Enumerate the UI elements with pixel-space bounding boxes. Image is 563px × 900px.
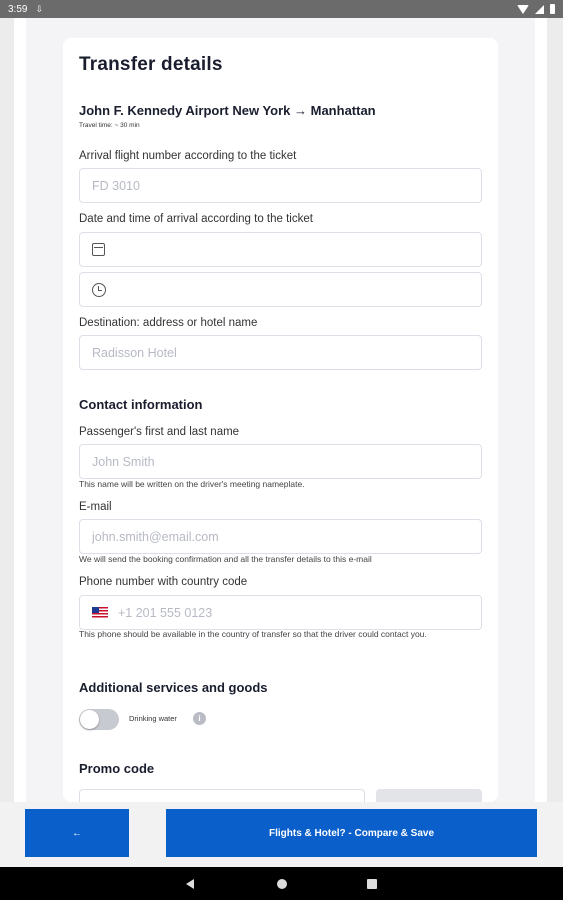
email-label: E-mail [79,501,112,513]
email-placeholder: john.smith@email.com [92,529,219,544]
battery-icon [550,4,555,14]
passenger-name-hint: This name will be written on the driver'… [79,479,305,489]
email-hint: We will send the booking confirmation an… [79,554,372,564]
wifi-icon [517,4,529,14]
arrival-time-input[interactable] [79,272,482,307]
phone-input[interactable]: +1 201 555 0123 [79,595,482,630]
arrival-datetime-label: Date and time of arrival according to th… [79,213,313,225]
flight-number-label: Arrival flight number according to the t… [79,150,297,162]
route-title: John F. Kennedy Airport New York → Manha… [79,103,376,118]
us-flag-icon[interactable] [92,607,108,618]
status-bar: 3:59 ⇩ [0,0,563,18]
download-icon: ⇩ [35,3,44,14]
flight-number-placeholder: FD 3010 [92,178,140,193]
info-icon[interactable]: i [193,712,206,725]
promo-apply-button[interactable] [376,789,482,802]
cell-signal-icon [535,4,544,14]
drinking-water-toggle[interactable] [79,709,119,730]
travel-time: Travel time: ~ 30 min [79,122,140,129]
clock-icon [92,282,106,297]
page-title: Transfer details [79,54,223,75]
phone-placeholder: +1 201 555 0123 [118,605,213,620]
contact-information-heading: Contact information [79,397,203,412]
drinking-water-label: Drinking water [129,714,177,723]
calendar-icon [92,243,105,256]
destination-placeholder: Radisson Hotel [92,345,177,360]
destination-label: Destination: address or hotel name [79,317,258,329]
additional-services-heading: Additional services and goods [79,680,268,695]
passenger-name-input[interactable]: John Smith [79,444,482,479]
passenger-name-placeholder: John Smith [92,454,155,469]
arrival-date-input[interactable] [79,232,482,267]
transfer-details-card: Transfer details John F. Kennedy Airport… [63,38,498,802]
toggle-knob [80,710,99,729]
phone-label: Phone number with country code [79,576,248,588]
status-time: 3:59 [8,3,28,15]
phone-hint: This phone should be available in the co… [79,629,427,639]
nav-recents-icon[interactable] [367,879,377,889]
flight-number-input[interactable]: FD 3010 [79,168,482,203]
email-input[interactable]: john.smith@email.com [79,519,482,554]
compare-and-save-button[interactable]: Flights & Hotel? - Compare & Save [166,809,537,857]
back-button[interactable]: ← [25,809,129,857]
promo-code-heading: Promo code [79,761,155,776]
passenger-name-label: Passenger's first and last name [79,426,240,438]
destination-input[interactable]: Radisson Hotel [79,335,482,370]
nav-home-icon[interactable] [277,879,287,889]
nav-back-icon[interactable] [186,879,194,889]
promo-code-input[interactable] [79,789,365,802]
